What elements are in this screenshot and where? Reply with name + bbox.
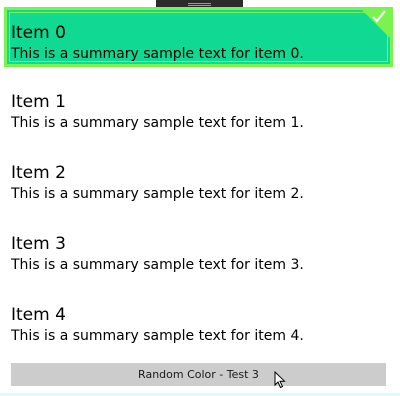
list-item-0[interactable]: Item 0 This is a summary sample text for… [4,7,393,67]
item-title: Item 2 [11,163,66,183]
mouse-pointer-icon [274,371,286,389]
item-summary: This is a summary sample text for item 3… [11,257,304,273]
list-item-1[interactable]: Item 1 This is a summary sample text for… [4,78,393,138]
grip-lines-icon [188,3,211,4]
checkmark-icon [372,10,386,23]
item-title: Item 1 [11,92,66,112]
item-summary: This is a summary sample text for item 4… [11,328,304,344]
list-item-3[interactable]: Item 3 This is a summary sample text for… [4,220,393,280]
item-summary: This is a summary sample text for item 0… [11,46,304,62]
item-title: Item 4 [11,305,66,325]
app-window: Item 0 This is a summary sample text for… [0,0,400,396]
item-summary: This is a summary sample text for item 1… [11,115,304,131]
list-item-4[interactable]: Item 4 This is a summary sample text for… [4,291,393,351]
item-title: Item 3 [11,234,66,254]
item-summary: This is a summary sample text for item 2… [11,186,304,202]
random-color-button[interactable]: Random Color - Test 3 [11,363,386,386]
list-item-2[interactable]: Item 2 This is a summary sample text for… [4,149,393,209]
item-title: Item 0 [11,23,66,43]
